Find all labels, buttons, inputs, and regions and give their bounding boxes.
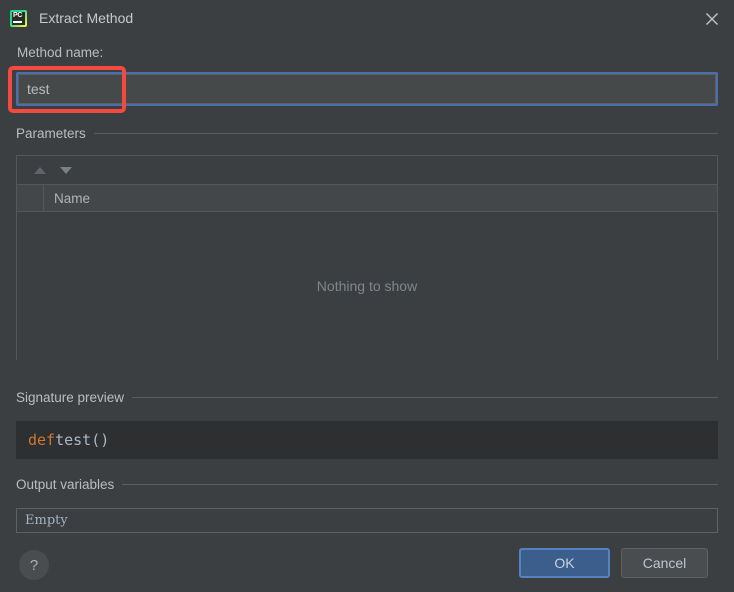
section-divider — [122, 484, 718, 485]
title-bar: PC Extract Method — [0, 0, 734, 36]
pycharm-icon: PC — [10, 9, 27, 27]
output-variables-value: Empty — [25, 513, 68, 528]
parameters-section-header: Parameters — [16, 126, 718, 141]
parameters-table: Name Nothing to show — [16, 155, 718, 360]
arrow-up-icon[interactable] — [27, 159, 53, 181]
parameters-section-title: Parameters — [16, 126, 86, 141]
section-divider — [132, 397, 718, 398]
window-title: Extract Method — [39, 10, 134, 26]
arrow-down-icon[interactable] — [53, 159, 79, 181]
section-divider — [93, 133, 718, 134]
output-variables-title: Output variables — [16, 477, 115, 492]
method-name-field-wrapper[interactable] — [16, 72, 718, 106]
output-variables-field: Empty — [16, 508, 718, 533]
column-header-checkbox — [17, 185, 44, 211]
close-icon[interactable] — [698, 6, 726, 32]
signature-preview-section-header: Signature preview — [16, 390, 718, 405]
signature-preview-code: def test() — [16, 421, 718, 459]
parameters-table-header: Name — [17, 185, 717, 212]
code-signature: test() — [55, 431, 110, 449]
help-button[interactable]: ? — [19, 550, 49, 580]
code-keyword: def — [28, 431, 56, 449]
output-variables-section-header: Output variables — [16, 477, 718, 492]
method-name-input[interactable] — [18, 74, 716, 104]
empty-state-message: Nothing to show — [316, 278, 418, 294]
parameters-toolbar — [17, 156, 717, 185]
method-name-label: Method name: — [17, 45, 104, 60]
signature-preview-title: Signature preview — [16, 390, 125, 405]
ok-button[interactable]: OK — [519, 548, 610, 578]
cancel-button[interactable]: Cancel — [621, 548, 708, 578]
extract-method-dialog: PC Extract Method Method name: Parameter… — [0, 0, 734, 592]
column-header-name: Name — [54, 190, 91, 206]
parameters-table-body[interactable]: Nothing to show — [17, 212, 717, 360]
